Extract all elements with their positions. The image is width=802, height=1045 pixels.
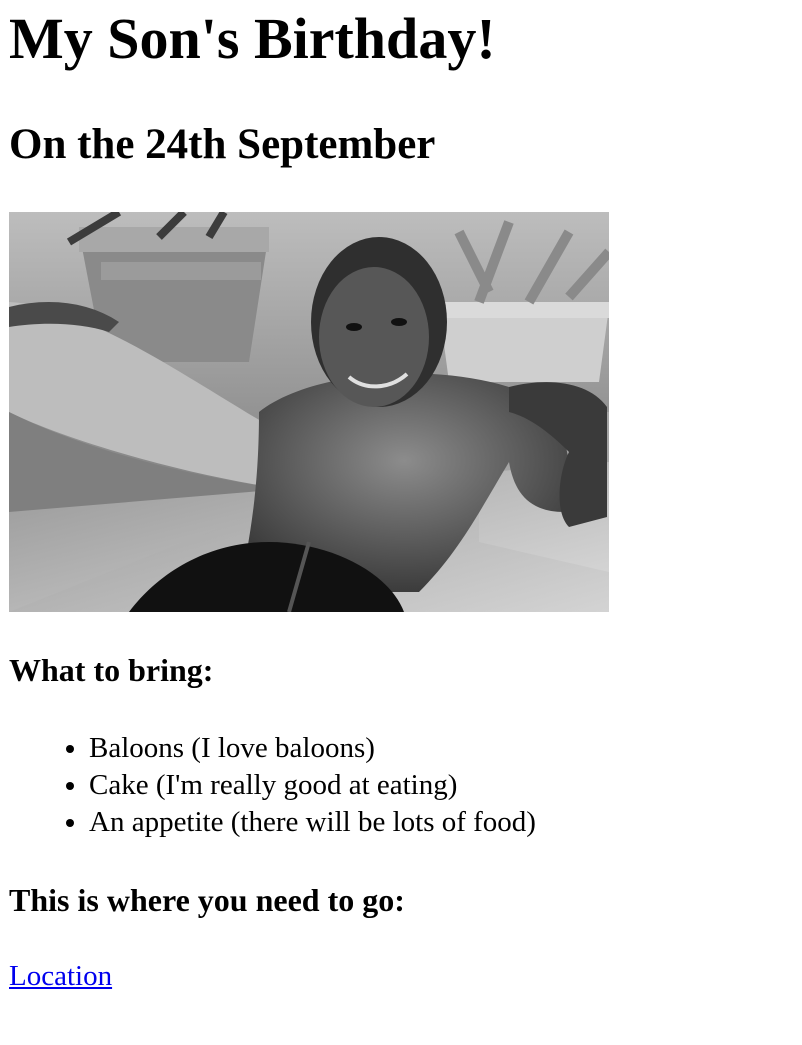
bring-list: Baloons (I love baloons) Cake (I'm reall… <box>49 730 536 841</box>
location-link[interactable]: Location <box>9 958 112 995</box>
what-to-bring-heading: What to bring: <box>9 652 214 688</box>
page-title: My Son's Birthday! <box>9 6 496 71</box>
list-item: Cake (I'm really good at eating) <box>89 767 536 804</box>
list-item: An appetite (there will be lots of food) <box>89 804 536 841</box>
birthday-photo <box>9 212 609 612</box>
event-date-heading: On the 24th September <box>9 121 436 168</box>
directions-heading: This is where you need to go: <box>9 882 405 918</box>
list-item: Baloons (I love baloons) <box>89 730 536 767</box>
